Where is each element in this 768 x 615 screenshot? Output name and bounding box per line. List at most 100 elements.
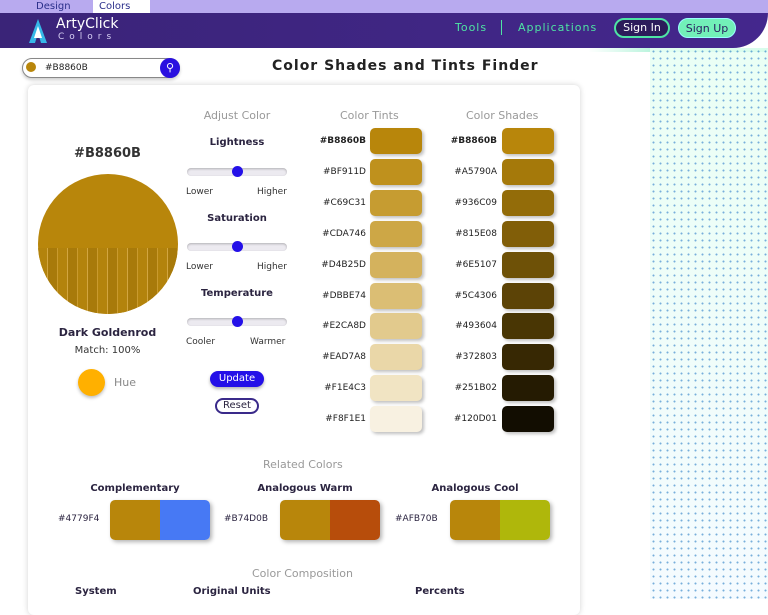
related-swatch[interactable]: [330, 500, 380, 540]
shade-swatch[interactable]: [502, 313, 554, 340]
slider-thumb[interactable]: [232, 166, 243, 177]
shade-hex-label: #5C4306: [454, 290, 497, 301]
shade-hex-label: #6E5107: [455, 259, 497, 270]
tint-swatch[interactable]: [370, 128, 422, 154]
tint-hex-label: #EAD7A8: [322, 352, 366, 363]
tint-swatch[interactable]: [370, 220, 422, 247]
related-color-pair[interactable]: [280, 500, 380, 540]
logo-text[interactable]: ArtyClick: [56, 16, 118, 32]
logo-icon: [29, 19, 47, 43]
slider-low-label: Lower: [186, 262, 213, 272]
shade-swatch[interactable]: [502, 282, 554, 309]
related-colors-heading: Related Colors: [263, 458, 343, 471]
shade-swatch[interactable]: [502, 220, 554, 247]
sign-in-button[interactable]: Sign In: [614, 18, 670, 38]
temperature-slider[interactable]: [187, 316, 287, 327]
saturation-slider[interactable]: [187, 241, 287, 252]
dot-pattern-background: [650, 48, 768, 599]
tint-swatch[interactable]: [370, 406, 422, 433]
search-icon: ⚲: [165, 61, 175, 74]
tint-hex-label: #D4B25D: [321, 259, 366, 270]
reset-button[interactable]: Reset: [215, 398, 259, 414]
related-hex-label: #4779F4: [58, 514, 100, 524]
shade-hex-label: #815E08: [455, 228, 497, 239]
tints-heading: Color Tints: [340, 109, 399, 122]
related-hex-label: #AFB70B: [395, 514, 438, 524]
search-bar: ⚲: [22, 58, 180, 78]
logo-subtext: Colors: [58, 32, 117, 42]
tint-hex-label: #CDA746: [322, 228, 366, 239]
tint-swatch[interactable]: [370, 251, 422, 278]
temperature-label: Temperature: [201, 288, 273, 299]
nav-applications[interactable]: Applications: [518, 21, 597, 34]
tint-swatch[interactable]: [370, 375, 422, 402]
lightness-slider[interactable]: [187, 166, 287, 177]
shade-swatch[interactable]: [502, 344, 554, 371]
tint-swatch[interactable]: [370, 189, 422, 216]
tint-swatch[interactable]: [370, 344, 422, 371]
tint-hex-label: #E2CA8D: [321, 321, 366, 332]
color-name: Dark Goldenrod: [58, 326, 157, 339]
search-input[interactable]: [45, 61, 155, 75]
shade-swatch[interactable]: [502, 406, 554, 433]
texture-sample: [38, 248, 178, 314]
nav-divider: [501, 20, 502, 35]
slider-thumb[interactable]: [232, 241, 243, 252]
hue-swatch[interactable]: [78, 369, 105, 396]
slider-high-label: Warmer: [250, 337, 286, 347]
shade-hex-label: #120D01: [453, 414, 497, 425]
slider-low-label: Lower: [186, 187, 213, 197]
saturation-label: Saturation: [207, 213, 267, 224]
shade-swatch[interactable]: [502, 128, 554, 154]
tint-swatch[interactable]: [370, 158, 422, 185]
shade-hex-label: #372803: [455, 352, 497, 363]
tint-swatch[interactable]: [370, 282, 422, 309]
tab-design[interactable]: Design: [30, 0, 77, 13]
search-button[interactable]: ⚲: [160, 58, 180, 78]
tint-hex-label: #DBBE74: [322, 290, 366, 301]
composition-header-original-units: Original Units: [193, 586, 271, 597]
related-group-title: Analogous Cool: [431, 483, 519, 494]
page-title: Color Shades and Tints Finder: [272, 58, 539, 74]
tint-hex-label: #F8F1E1: [325, 414, 366, 425]
slider-thumb[interactable]: [232, 316, 243, 327]
related-swatch[interactable]: [160, 500, 210, 540]
related-swatch[interactable]: [280, 500, 330, 540]
related-swatch[interactable]: [450, 500, 500, 540]
composition-heading: Color Composition: [252, 567, 353, 580]
update-button[interactable]: Update: [210, 371, 264, 387]
shade-hex-label: #A5790A: [454, 166, 497, 177]
sign-up-button[interactable]: Sign Up: [678, 18, 736, 38]
related-swatch[interactable]: [110, 500, 160, 540]
shade-swatch[interactable]: [502, 251, 554, 278]
hue-label: Hue: [114, 376, 137, 389]
related-group-title: Analogous Warm: [257, 483, 353, 494]
shade-hex-label: #936C09: [454, 197, 497, 208]
related-hex-label: #B74D0B: [224, 514, 268, 524]
slider-high-label: Higher: [257, 187, 287, 197]
shade-swatch[interactable]: [502, 189, 554, 216]
composition-header-system: System: [75, 586, 117, 597]
tint-hex-label: #BF911D: [322, 166, 366, 177]
adjust-color-heading: Adjust Color: [203, 109, 271, 122]
nav-tools[interactable]: Tools: [455, 21, 487, 34]
shade-swatch[interactable]: [502, 158, 554, 185]
related-group-title: Complementary: [90, 483, 180, 494]
shade-swatch[interactable]: [502, 375, 554, 402]
shade-hex-label: #B8860B: [450, 136, 497, 146]
tint-hex-label: #C69C31: [322, 197, 366, 208]
tint-swatch[interactable]: [370, 313, 422, 340]
main-color-circle: [38, 174, 178, 314]
lightness-label: Lightness: [209, 137, 265, 148]
tint-hex-label: #F1E4C3: [324, 383, 366, 394]
tint-hex-label: #B8860B: [319, 136, 366, 146]
tab-colors[interactable]: Colors: [93, 0, 150, 13]
match-percent: Match: 100%: [74, 345, 141, 356]
related-color-pair[interactable]: [450, 500, 550, 540]
shade-hex-label: #251B02: [454, 383, 497, 394]
color-preview-dot: [26, 62, 36, 72]
related-color-pair[interactable]: [110, 500, 210, 540]
shades-heading: Color Shades: [466, 109, 539, 122]
composition-header-percents: Percents: [415, 586, 465, 597]
related-swatch[interactable]: [500, 500, 550, 540]
